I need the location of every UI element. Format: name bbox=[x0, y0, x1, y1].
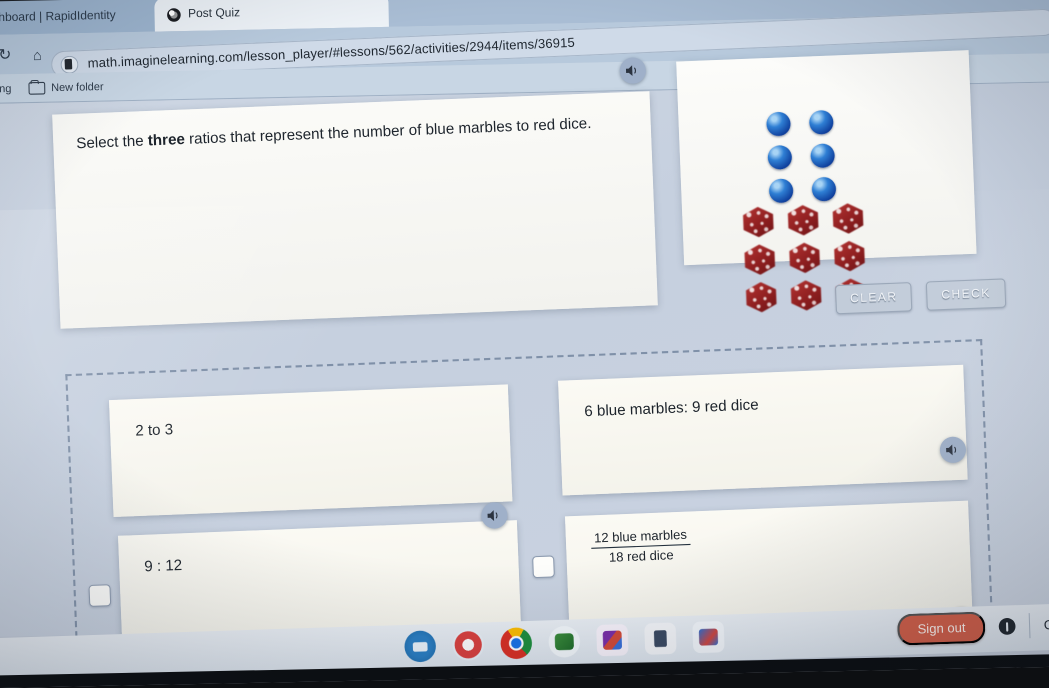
answer-option-label: 6 blue marbles: 9 red dice bbox=[584, 396, 759, 421]
bookmark-label: New folder bbox=[51, 80, 104, 95]
folder-icon bbox=[28, 81, 45, 95]
app-launcher-icon[interactable] bbox=[404, 630, 437, 663]
action-button-row: CLEAR CHECK bbox=[834, 278, 1006, 315]
red-die-icon bbox=[790, 280, 821, 311]
red-die-icon bbox=[832, 203, 863, 234]
red-die-icon bbox=[789, 242, 820, 273]
blue-marble-icon bbox=[768, 178, 794, 204]
question-card: Select the three ratios that represent t… bbox=[52, 91, 658, 329]
red-die-icon bbox=[834, 240, 865, 271]
bookmark-item-new-folder[interactable]: New folder bbox=[28, 81, 104, 95]
app-notes-icon[interactable] bbox=[644, 622, 677, 655]
red-die-icon bbox=[746, 281, 777, 312]
blue-marble-icon bbox=[808, 109, 834, 135]
favicon-icon bbox=[166, 7, 181, 22]
site-info-icon[interactable] bbox=[60, 54, 79, 74]
answer-option-label: 2 to 3 bbox=[134, 421, 174, 440]
question-suffix: ratios that represent the number of blue… bbox=[184, 115, 592, 149]
shelf-status-area: Sign out Oct 2 bbox=[897, 609, 1049, 646]
red-die-icon bbox=[743, 206, 774, 237]
question-emphasis: three bbox=[147, 131, 186, 150]
answer-option-6-blue-9-red[interactable]: 6 blue marbles: 9 red dice bbox=[558, 364, 968, 496]
red-die-icon bbox=[744, 244, 775, 275]
divider bbox=[1028, 613, 1031, 639]
blue-marble-icon bbox=[767, 144, 793, 170]
check-button[interactable]: CHECK bbox=[926, 278, 1006, 311]
blue-marble-icon bbox=[810, 143, 836, 169]
browser-tab-dashboard[interactable]: Dashboard | RapidIdentity × bbox=[0, 0, 176, 36]
bookmark-label: d Learning bbox=[0, 82, 12, 97]
home-icon[interactable]: ⌂ bbox=[27, 44, 48, 65]
info-icon[interactable] bbox=[998, 617, 1016, 636]
fraction-denominator: 18 red dice bbox=[608, 547, 674, 566]
clear-button[interactable]: CLEAR bbox=[834, 282, 913, 315]
blue-marble-icon bbox=[811, 176, 837, 202]
red-die-icon bbox=[787, 205, 818, 236]
blue-marble-group bbox=[766, 109, 845, 204]
answer-option-2-to-3[interactable]: 2 to 3 bbox=[108, 384, 513, 518]
browser-tab-title: Dashboard | RapidIdentity bbox=[0, 9, 116, 25]
app-chrome-icon[interactable] bbox=[500, 627, 533, 660]
app-gmail-icon[interactable] bbox=[452, 628, 485, 662]
lesson-player-page: Select the three ratios that represent t… bbox=[0, 50, 1049, 688]
blue-marble-icon bbox=[766, 111, 791, 137]
bookmark-item-learning[interactable]: d Learning bbox=[0, 83, 12, 97]
sign-out-button[interactable]: Sign out bbox=[897, 611, 986, 646]
answer-checkbox-6-blue-9-red[interactable] bbox=[532, 555, 555, 579]
question-prefix: Select the bbox=[75, 132, 149, 153]
answer-option-label: 9 : 12 bbox=[143, 557, 183, 576]
browser-tab-title: Post Quiz bbox=[187, 6, 241, 21]
stimulus-card bbox=[676, 50, 977, 265]
reload-icon[interactable]: ↻ bbox=[0, 45, 16, 66]
fraction: 12 blue marbles 18 red dice bbox=[590, 526, 692, 567]
app-drive-icon[interactable] bbox=[548, 625, 581, 658]
question-text: Select the three ratios that represent t… bbox=[76, 113, 634, 155]
clock-label[interactable]: Oct 2 bbox=[1044, 617, 1049, 633]
app-mail-icon[interactable] bbox=[692, 620, 725, 654]
answer-option-label: 12 blue marbles 18 red dice bbox=[590, 516, 956, 569]
chromebook-screen: Dashboard | RapidIdentity × Post Quiz ↻ … bbox=[0, 0, 1049, 688]
app-canva-icon[interactable] bbox=[596, 624, 629, 657]
answer-checkbox-2-to-3[interactable] bbox=[88, 584, 112, 607]
shelf-app-list bbox=[404, 620, 725, 663]
